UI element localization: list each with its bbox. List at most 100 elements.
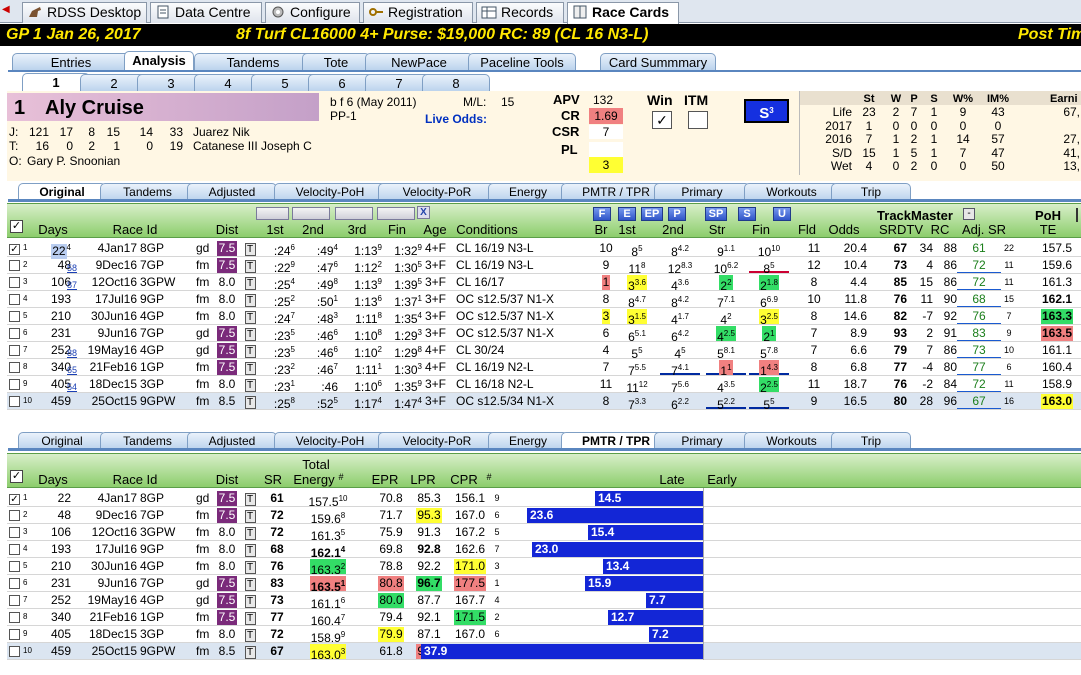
pace-f-button[interactable]: F <box>593 207 611 221</box>
row-checkbox[interactable] <box>9 527 20 538</box>
window-tab-race-cards[interactable]: Race Cards <box>567 2 679 24</box>
table-row[interactable]: 4 193 17Jul16 9GP fm 8.0 T 68 162.14 69.8 92.8 162.… <box>7 541 1081 560</box>
row-select <box>9 575 23 591</box>
days-cell: 340 <box>50 610 71 624</box>
horse-tab-8[interactable]: 8 <box>422 74 490 92</box>
pace-ep-button[interactable]: EP <box>641 207 663 221</box>
tab-paceline-tools[interactable]: Paceline Tools <box>468 53 576 71</box>
x-button[interactable]: X <box>417 206 430 219</box>
row-checkbox[interactable]: ✓ <box>9 244 20 255</box>
poh-te: 159.6 <box>1041 258 1073 272</box>
table-row[interactable]: 9 405 18Dec15 3GP fm 8.0 T 72 158.99 79.9 87.1 167.… <box>7 626 1081 645</box>
row-checkbox[interactable] <box>9 294 20 305</box>
table-row[interactable]: ✓ 1 224 4Jan17 8GP gd 7.5 T:246:494 1:139 1:329 4+… <box>7 240 1081 259</box>
tab-scroll-icon[interactable]: ◀ <box>2 4 16 16</box>
row-checkbox[interactable] <box>9 379 20 390</box>
row-index: 1 <box>23 243 28 252</box>
superscript: 1 <box>417 294 422 303</box>
row-checkbox[interactable] <box>9 396 20 407</box>
sort-1st-button[interactable] <box>256 207 289 220</box>
pace-e-button[interactable]: E <box>618 207 636 221</box>
dtv: 2 <box>926 326 933 340</box>
tab-entries[interactable]: Entries <box>12 53 130 71</box>
pace-s-button[interactable]: S <box>738 207 756 221</box>
row-checkbox[interactable] <box>9 328 20 339</box>
window-tab-data-centre[interactable]: Data Centre <box>150 2 262 23</box>
fraction-1st: :235 <box>273 328 295 343</box>
adj-sr: 76 <box>972 309 986 323</box>
record-header: Earni <box>1050 93 1078 105</box>
row-checkbox[interactable] <box>9 311 20 322</box>
call-2nd: 75.6 <box>671 380 689 395</box>
table-row[interactable]: 9 405 54 18Dec15 3GP fm 8.0 T:231:46 1:106 1:359 3… <box>7 376 1081 395</box>
sort-3rd-button[interactable] <box>335 207 373 220</box>
superscript: 2 <box>727 278 732 287</box>
s-button[interactable]: S3 <box>744 99 789 123</box>
speed-rating: 72 <box>270 525 284 539</box>
window-tab-rdss-desktop[interactable]: RDSS Desktop <box>22 2 147 23</box>
win-checkbox[interactable]: ✓ <box>652 111 672 129</box>
total-energy: 161.16 <box>310 596 346 611</box>
row-checkbox[interactable] <box>9 345 20 356</box>
table-row[interactable]: 7 252 88 19May16 4GP gd 7.5 T:235:466 1:102 1:298… <box>7 342 1081 361</box>
call-1st-cell: 55 <box>619 342 655 361</box>
break-cell: 10 <box>596 240 616 256</box>
table-row[interactable]: 5 210 30Jun16 4GP fm 8.0 T 76 163.32 78.8 92.2 171.… <box>7 558 1081 577</box>
pace-p-button[interactable]: P <box>668 207 686 221</box>
table-row[interactable]: 10 459 25Oct15 9GPW fm 8.5 T:258:525 1:174 1:474… <box>7 393 1081 412</box>
window-tab-registration[interactable]: Registration <box>363 2 473 23</box>
itm-checkbox[interactable] <box>688 111 708 129</box>
pace-sp-button[interactable]: SP <box>705 207 727 221</box>
row-checkbox[interactable] <box>9 362 20 373</box>
lpr-cell: 92.1 <box>411 609 447 625</box>
tab-analysis[interactable]: Analysis <box>124 51 194 71</box>
record-cell: 47 <box>991 145 1005 160</box>
distance-cell: 8.5 <box>213 393 241 409</box>
window-tab-configure[interactable]: Configure <box>265 2 360 23</box>
row-checkbox[interactable] <box>9 646 20 657</box>
table-row[interactable]: ✓ 1 22 4Jan17 8GP gd 7.5 T 61 157.510 70.8 85.3 156.… <box>7 490 1081 509</box>
table-row[interactable]: 2 48 58 9Dec16 7GP fm 7.5 T:229:476 1:122 1:305 3+… <box>7 257 1081 276</box>
race-date: 18Dec15 <box>88 377 137 391</box>
row-number: 7 <box>23 592 33 608</box>
table-row[interactable]: 8 340 65 21Feb16 1GP fm 7.5 T:232:467 1:111 1:303… <box>7 359 1081 378</box>
table-row[interactable]: 3 106 87 12Oct16 3GPW fm 8.0 T:254:498 1:139 1:39… <box>7 274 1081 293</box>
tab-card-summmary[interactable]: Card Summmary <box>600 53 716 71</box>
window-tab-records[interactable]: Records <box>476 2 564 23</box>
row-checkbox[interactable] <box>9 561 20 572</box>
table-row[interactable]: 2 48 9Dec16 7GP fm 7.5 T 72 159.68 71.7 95.3 167.0 6… <box>7 507 1081 526</box>
total-energy: 163.32 <box>309 559 347 577</box>
sort-fin-button[interactable] <box>377 207 415 220</box>
conditions: CL 16/18 N2-L <box>456 377 534 391</box>
race-track: 9GP <box>140 542 165 556</box>
row-checkbox[interactable] <box>9 595 20 606</box>
jockey-name: Juarez Nik <box>193 125 250 139</box>
tab-newpace[interactable]: NewPace <box>365 53 473 71</box>
row-checkbox[interactable] <box>9 510 20 521</box>
fraction-2nd: :501 <box>316 294 338 309</box>
row-checkbox[interactable] <box>9 260 20 271</box>
row-checkbox[interactable] <box>9 277 20 288</box>
row-checkbox[interactable] <box>9 612 20 623</box>
row-select <box>9 609 23 625</box>
pace-u-button[interactable]: U <box>773 207 791 221</box>
sort-2nd-button[interactable] <box>292 207 330 220</box>
call-str-cell: 77.1 <box>706 291 746 310</box>
row-checkbox[interactable] <box>9 544 20 555</box>
table-row[interactable]: 1045925Oct159GPWfm8.5T67163.0361.899.716… <box>7 643 1081 662</box>
table-row[interactable]: 8 340 21Feb16 1GP fm 7.5 T 77 160.47 79.4 92.1 171.… <box>7 609 1081 628</box>
table-row[interactable]: 4 193 17Jul16 9GP fm 8.0 T:252:501 1:136 1:371 3+… <box>7 291 1081 310</box>
table-row[interactable]: 3 106 12Oct16 3GPW fm 8.0 T 72 161.35 75.9 91.3 167… <box>7 524 1081 543</box>
break-cell: 4 <box>596 342 616 358</box>
tab-tandems[interactable]: Tandems <box>194 53 312 71</box>
race-track: 8GP <box>140 241 165 255</box>
row-checkbox[interactable] <box>9 629 20 640</box>
table-row[interactable]: 6 231 9Jun16 7GP gd 7.5 T:235:466 1:108 1:293 3+F… <box>7 325 1081 344</box>
tab-tote[interactable]: Tote <box>302 53 370 71</box>
row-checkbox[interactable]: ✓ <box>9 494 20 505</box>
table-row[interactable]: 5 210 30Jun16 4GP fm 8.0 T:247:483 1:118 1:354 3+… <box>7 308 1081 327</box>
break-position: 4 <box>602 343 610 357</box>
table-row[interactable]: 7 252 19May16 4GP gd 7.5 T 73 161.16 80.0 87.7 167.… <box>7 592 1081 611</box>
table-row[interactable]: 6 231 9Jun16 7GP gd 7.5 T 83 163.51 80.8 96.7 177.5… <box>7 575 1081 594</box>
row-checkbox[interactable] <box>9 578 20 589</box>
